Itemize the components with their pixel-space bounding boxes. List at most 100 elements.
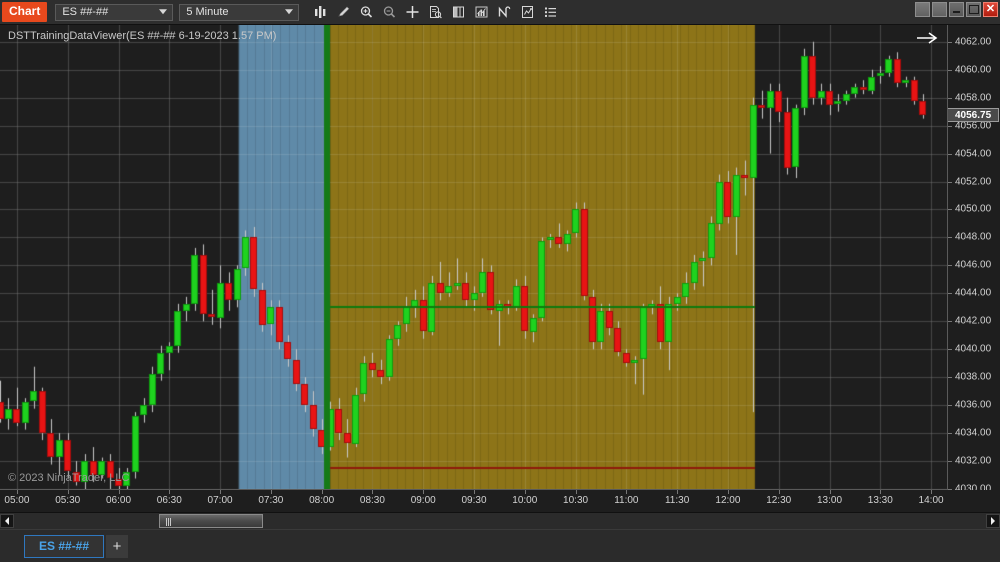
price-axis-tick: [948, 42, 952, 43]
time-axis-label: 10:00: [512, 495, 538, 506]
time-axis-label: 09:30: [461, 495, 487, 506]
price-axis-label: 4058.00: [955, 92, 992, 104]
candlestick-canvas[interactable]: [0, 25, 948, 490]
time-axis[interactable]: 05:00 05:30 06:00 06:30 07:00 07:30 08:00 08:30…: [0, 489, 948, 512]
price-axis-label: 4054.00: [955, 148, 992, 160]
price-axis-tick: [948, 237, 952, 238]
maximize-button[interactable]: [966, 2, 981, 17]
scroll-to-realtime-icon[interactable]: [916, 31, 938, 50]
close-button[interactable]: ✕: [983, 2, 998, 17]
chart-trader-icon[interactable]: [517, 2, 538, 22]
price-axis-label: 4052.00: [955, 176, 992, 188]
horizontal-scrollbar[interactable]: [0, 512, 1000, 529]
time-axis-tick: [931, 490, 932, 494]
time-axis-label: 06:30: [156, 495, 182, 506]
price-axis-tick: [948, 293, 952, 294]
time-axis-tick: [525, 490, 526, 494]
time-axis-tick: [474, 490, 475, 494]
time-axis-label: 09:00: [410, 495, 436, 506]
time-axis-tick: [576, 490, 577, 494]
tab-bar: ES ##-## +: [0, 529, 1000, 562]
add-tab-button[interactable]: +: [106, 534, 129, 558]
indicators-icon[interactable]: [471, 2, 492, 22]
time-axis-label: 08:00: [309, 495, 335, 506]
scroll-left-button[interactable]: [0, 514, 14, 528]
price-axis-tick: [948, 349, 952, 350]
price-axis-label: 4030.00: [955, 483, 992, 490]
time-axis-label: 08:30: [359, 495, 385, 506]
price-axis-label: 4048.00: [955, 231, 992, 243]
price-axis-tick: [948, 321, 952, 322]
price-axis-tick: [948, 265, 952, 266]
scrollbar-grip-icon: [166, 518, 172, 526]
time-axis-label: 06:00: [105, 495, 132, 506]
time-axis-label: 10:30: [563, 495, 589, 506]
scrollbar-track[interactable]: [14, 514, 986, 528]
time-axis-tick: [17, 490, 18, 494]
chart-style-icon[interactable]: [310, 2, 331, 22]
price-axis-tick: [948, 154, 952, 155]
chart-panel-icon[interactable]: [448, 2, 469, 22]
time-axis-tick: [220, 490, 221, 494]
price-axis-tick: [948, 377, 952, 378]
price-axis-tick: [948, 70, 952, 71]
price-axis-tick: [948, 126, 952, 127]
time-axis-label: 11:30: [664, 495, 690, 506]
chart-toolbar: Chart ES ##-## 5 Minute ✕: [0, 0, 1000, 25]
time-axis-tick: [880, 490, 881, 494]
time-axis-tick: [271, 490, 272, 494]
time-axis-label: 12:30: [766, 495, 792, 506]
time-axis-label: 05:30: [55, 495, 81, 506]
minimize-button[interactable]: [949, 2, 964, 17]
price-axis-label: 4062.00: [955, 36, 992, 48]
crosshair-icon[interactable]: [402, 2, 423, 22]
price-axis-label: 4034.00: [955, 427, 992, 439]
time-axis-label: 05:00: [4, 495, 30, 506]
restore-group-button[interactable]: [915, 2, 930, 17]
drawing-tools-icon[interactable]: [333, 2, 354, 22]
properties-icon[interactable]: [540, 2, 561, 22]
time-axis-label: 14:00: [918, 495, 944, 506]
price-axis-label: 4038.00: [955, 371, 992, 383]
time-axis-tick: [830, 490, 831, 494]
price-axis-tick: [948, 405, 952, 406]
price-axis[interactable]: 4056.75 4062.00 4060.00 4058.00 4056.00 4054…: [947, 25, 1000, 490]
price-axis-tick: [948, 433, 952, 434]
chart-title: DSTTrainingDataViewer(ES ##-## 6-19-2023…: [8, 30, 277, 42]
time-axis-label: 11:00: [614, 495, 639, 506]
time-axis-tick: [322, 490, 323, 494]
price-axis-tick: [948, 182, 952, 183]
price-axis-tick: [948, 98, 952, 99]
time-axis-label: 07:00: [207, 495, 233, 506]
detach-button[interactable]: [932, 2, 947, 17]
data-series-icon[interactable]: [425, 2, 446, 22]
interval-value: 5 Minute: [186, 6, 229, 18]
time-axis-tick: [68, 490, 69, 494]
zoom-in-icon[interactable]: [356, 2, 377, 22]
time-axis-tick: [169, 490, 170, 494]
interval-selector[interactable]: 5 Minute: [179, 3, 300, 21]
scroll-right-button[interactable]: [986, 514, 1000, 528]
price-axis-tick: [948, 209, 952, 210]
scrollbar-thumb[interactable]: [159, 514, 263, 528]
chart-area[interactable]: DSTTrainingDataViewer(ES ##-## 6-19-2023…: [0, 25, 1000, 512]
time-axis-label: 13:30: [867, 495, 893, 506]
price-axis-label: 4032.00: [955, 455, 992, 467]
price-axis-tick: [948, 489, 952, 490]
time-axis-label: 07:30: [258, 495, 284, 506]
strategies-icon[interactable]: [494, 2, 515, 22]
price-axis-label: 4050.00: [955, 203, 992, 215]
price-axis-tick: [948, 461, 952, 462]
chart-plot[interactable]: DSTTrainingDataViewer(ES ##-## 6-19-2023…: [0, 25, 948, 490]
chevron-down-icon: [285, 9, 294, 15]
price-axis-label: 4060.00: [955, 64, 992, 76]
tab-es[interactable]: ES ##-##: [24, 534, 105, 558]
instrument-value: ES ##-##: [62, 6, 109, 18]
last-price-marker: 4056.75: [948, 108, 999, 123]
time-axis-tick: [677, 490, 678, 494]
price-axis-label: 4046.00: [955, 259, 992, 271]
time-axis-label: 13:00: [816, 495, 843, 506]
instrument-selector[interactable]: ES ##-##: [55, 3, 174, 21]
zoom-out-icon[interactable]: [379, 2, 400, 22]
chart-menu-button[interactable]: Chart: [2, 2, 48, 22]
